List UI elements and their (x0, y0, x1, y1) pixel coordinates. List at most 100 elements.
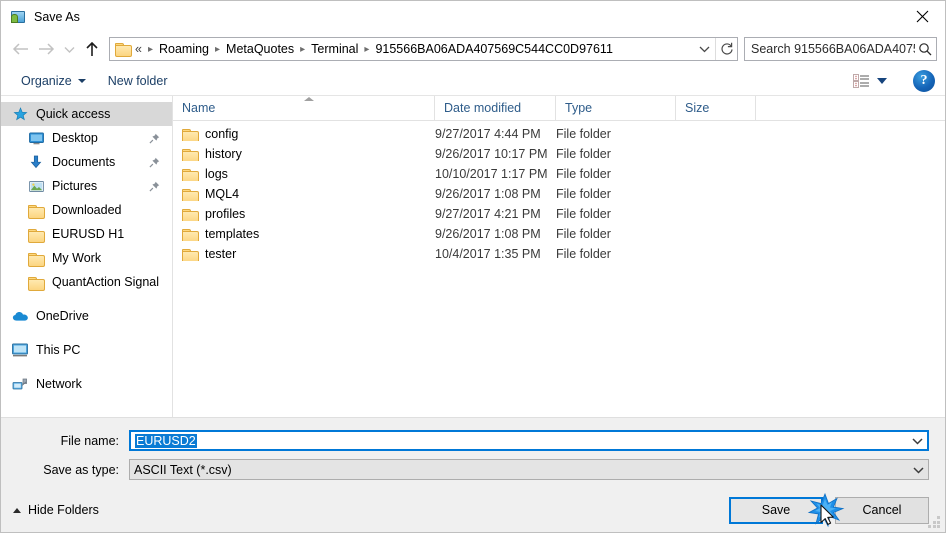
close-icon[interactable] (899, 1, 945, 31)
file-rows: config 9/27/2017 4:44 PM File folder histor… (173, 121, 945, 417)
column-header-name[interactable]: Name (173, 95, 435, 121)
cancel-button[interactable]: Cancel (835, 496, 929, 524)
table-row[interactable]: templates 9/26/2017 1:08 PM File folder (173, 224, 945, 244)
sidebar-item-label: This PC (36, 343, 81, 357)
organize-button[interactable]: Organize (15, 71, 92, 91)
back-icon[interactable] (7, 36, 33, 62)
folder-icon (182, 188, 199, 201)
file-row-type: File folder (556, 147, 611, 161)
file-row-name: logs (173, 167, 435, 181)
sidebar-item-downloaded[interactable]: Downloaded (1, 198, 172, 222)
breadcrumb-item-3[interactable]: 915566BA06ADA407569C544CC0D97611 (372, 40, 615, 58)
file-row-type: File folder (556, 127, 611, 141)
view-mode-button[interactable] (849, 72, 891, 90)
app-icon (10, 9, 26, 25)
file-row-name: tester (173, 247, 435, 261)
sidebar-item-eurusd-h1[interactable]: EURUSD H1 (1, 222, 172, 246)
file-row-date: 10/10/2017 1:17 PM (435, 167, 548, 181)
new-folder-label: New folder (107, 73, 168, 88)
view-list-icon (853, 73, 869, 88)
breadcrumb-list: « ▸ Roaming ▸ MetaQuotes ▸ Terminal ▸ 91… (135, 40, 693, 58)
folder-icon (27, 202, 45, 219)
folder-icon (182, 228, 199, 241)
file-name-input[interactable]: EURUSD2 (129, 430, 929, 451)
column-headers: Name Date modified Type Size (173, 95, 945, 121)
table-row[interactable]: history 9/26/2017 10:17 PM File folder (173, 144, 945, 164)
folder-icon (27, 250, 45, 267)
chevron-down-icon (77, 78, 86, 83)
column-header-type[interactable]: Type (556, 95, 676, 121)
file-row-name: history (173, 147, 435, 161)
breadcrumb-separator-icon: ▸ (364, 43, 370, 55)
file-row-date: 9/26/2017 1:08 PM (435, 187, 541, 201)
window-title: Save As (34, 9, 80, 24)
save-button[interactable]: Save (729, 496, 823, 524)
folder-icon (27, 226, 45, 243)
table-row[interactable]: MQL4 9/26/2017 1:08 PM File folder (173, 184, 945, 204)
dialog-footer: Hide Folders Save Cancel (1, 488, 945, 532)
sidebar-item-desktop[interactable]: Desktop (1, 126, 172, 150)
address-chevron-down-icon[interactable] (693, 38, 715, 60)
breadcrumb-item-0[interactable]: Roaming (156, 40, 212, 58)
pin-icon[interactable] (149, 181, 160, 192)
file-row-name-label: tester (205, 247, 237, 261)
sidebar-item-my-work[interactable]: My Work (1, 246, 172, 270)
desktop-icon (27, 130, 45, 146)
table-row[interactable]: config 9/27/2017 4:44 PM File folder (173, 124, 945, 144)
breadcrumb-item-1[interactable]: MetaQuotes (223, 40, 297, 58)
file-name-value[interactable]: EURUSD2 (131, 433, 907, 448)
sidebar-item-network[interactable]: Network (1, 372, 172, 396)
refresh-icon[interactable] (715, 38, 737, 60)
help-button[interactable]: ? (913, 69, 935, 92)
save-as-type-row: Save as type: ASCII Text (*.csv) (17, 459, 929, 480)
help-label: ? (920, 72, 928, 88)
breadcrumb[interactable]: « ▸ Roaming ▸ MetaQuotes ▸ Terminal ▸ 91… (109, 37, 738, 61)
breadcrumb-separator-icon: ▸ (215, 43, 221, 55)
sidebar-item-label: Pictures (52, 179, 98, 193)
pin-icon[interactable] (149, 157, 160, 168)
table-row[interactable]: profiles 9/27/2017 4:21 PM File folder (173, 204, 945, 224)
up-icon[interactable] (79, 36, 105, 62)
file-row-date: 9/26/2017 1:08 PM (435, 227, 541, 241)
new-folder-button[interactable]: New folder (102, 71, 174, 91)
breadcrumb-item-2[interactable]: Terminal (308, 40, 361, 58)
hide-folders-button[interactable]: Hide Folders (13, 503, 99, 517)
search-input[interactable]: Search 915566BA06ADA40756... (745, 42, 915, 56)
file-row-name-label: templates (205, 227, 260, 241)
search-box[interactable]: Search 915566BA06ADA40756... (744, 37, 937, 61)
sidebar-item-quantaction-signal[interactable]: QuantAction Signal (1, 270, 172, 294)
sidebar-item-onedrive[interactable]: OneDrive (1, 304, 172, 328)
resize-grip-icon[interactable] (928, 516, 941, 529)
table-row[interactable]: logs 10/10/2017 1:17 PM File folder (173, 164, 945, 184)
chevron-down-icon[interactable] (908, 460, 928, 479)
organize-label: Organize (21, 73, 72, 88)
address-bar-row: « ▸ Roaming ▸ MetaQuotes ▸ Terminal ▸ 91… (1, 32, 945, 66)
forward-icon[interactable] (33, 36, 59, 62)
sidebar-item-this-pc[interactable]: This PC (1, 338, 172, 362)
pin-icon[interactable] (149, 133, 160, 144)
file-row-date: 9/27/2017 4:21 PM (435, 207, 541, 221)
file-row-name-label: logs (205, 167, 228, 181)
sidebar-item-label: EURUSD H1 (52, 227, 125, 241)
sidebar-item-label: Network (36, 377, 82, 391)
chevron-down-icon[interactable] (907, 432, 927, 449)
breadcrumb-overflow[interactable]: « (135, 40, 145, 58)
save-as-type-select[interactable]: ASCII Text (*.csv) (129, 459, 929, 480)
column-header-size[interactable]: Size (676, 95, 756, 121)
sidebar-item-label: Quick access (36, 107, 111, 121)
file-row-name-label: profiles (205, 207, 246, 221)
file-row-type: File folder (556, 187, 611, 201)
sidebar-item-label: OneDrive (36, 309, 89, 323)
sidebar-item-quick-access[interactable]: Quick access (1, 102, 172, 126)
sidebar-item-documents[interactable]: Documents (1, 150, 172, 174)
folder-icon (182, 208, 199, 221)
sidebar-item-pictures[interactable]: Pictures (1, 174, 172, 198)
file-row-type: File folder (556, 227, 611, 241)
table-row[interactable]: tester 10/4/2017 1:35 PM File folder (173, 244, 945, 264)
column-header-date-modified[interactable]: Date modified (435, 95, 556, 121)
file-name-selected-text: EURUSD2 (135, 433, 197, 448)
recent-locations-chevron-down-icon[interactable] (59, 36, 79, 62)
sidebar-item-label: Downloaded (52, 203, 122, 217)
